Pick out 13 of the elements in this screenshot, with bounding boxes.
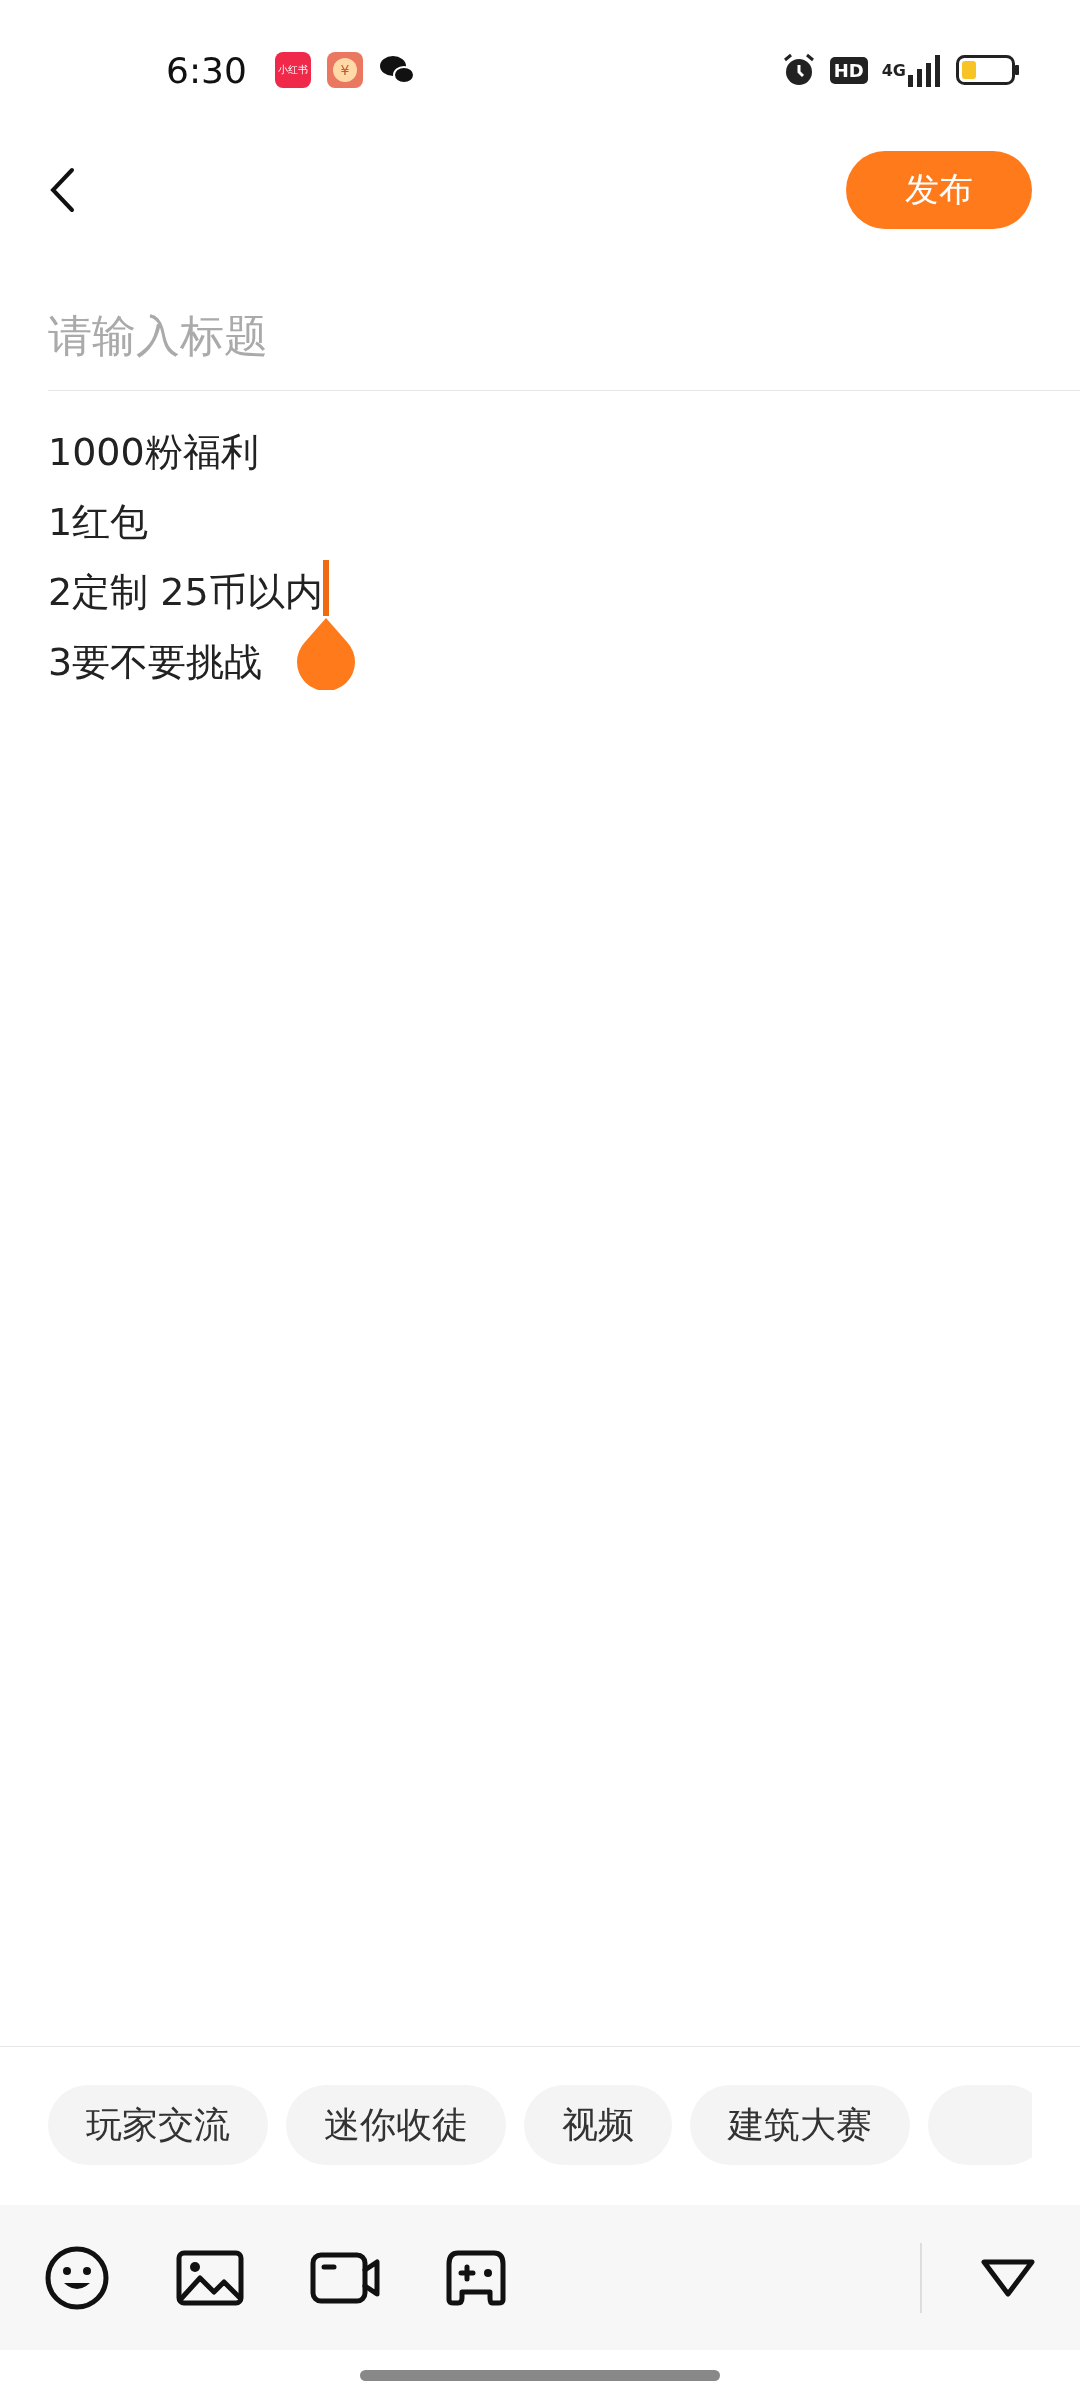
body-text-line: 1红包 [48, 498, 149, 546]
status-time: 6:30 [166, 49, 247, 91]
network-type: 4G [881, 60, 906, 80]
topic-tag[interactable]: 迷你收徒 [286, 2085, 506, 2165]
body-text-line: 1000粉福利 [48, 428, 259, 476]
topic-tag[interactable]: 视频 [524, 2085, 672, 2165]
topic-tag[interactable]: 玩家交流 [48, 2085, 268, 2165]
topic-tag[interactable]: 建筑大赛 [690, 2085, 910, 2165]
body-text-line: 3要不要挑战 [48, 638, 263, 686]
hd-badge: HD [829, 56, 868, 84]
app-notification-icon: 小红书 [274, 52, 311, 88]
body-text-line: 2定制 25币以内 [48, 568, 323, 616]
app-notification-icon: ¥ [326, 52, 363, 88]
